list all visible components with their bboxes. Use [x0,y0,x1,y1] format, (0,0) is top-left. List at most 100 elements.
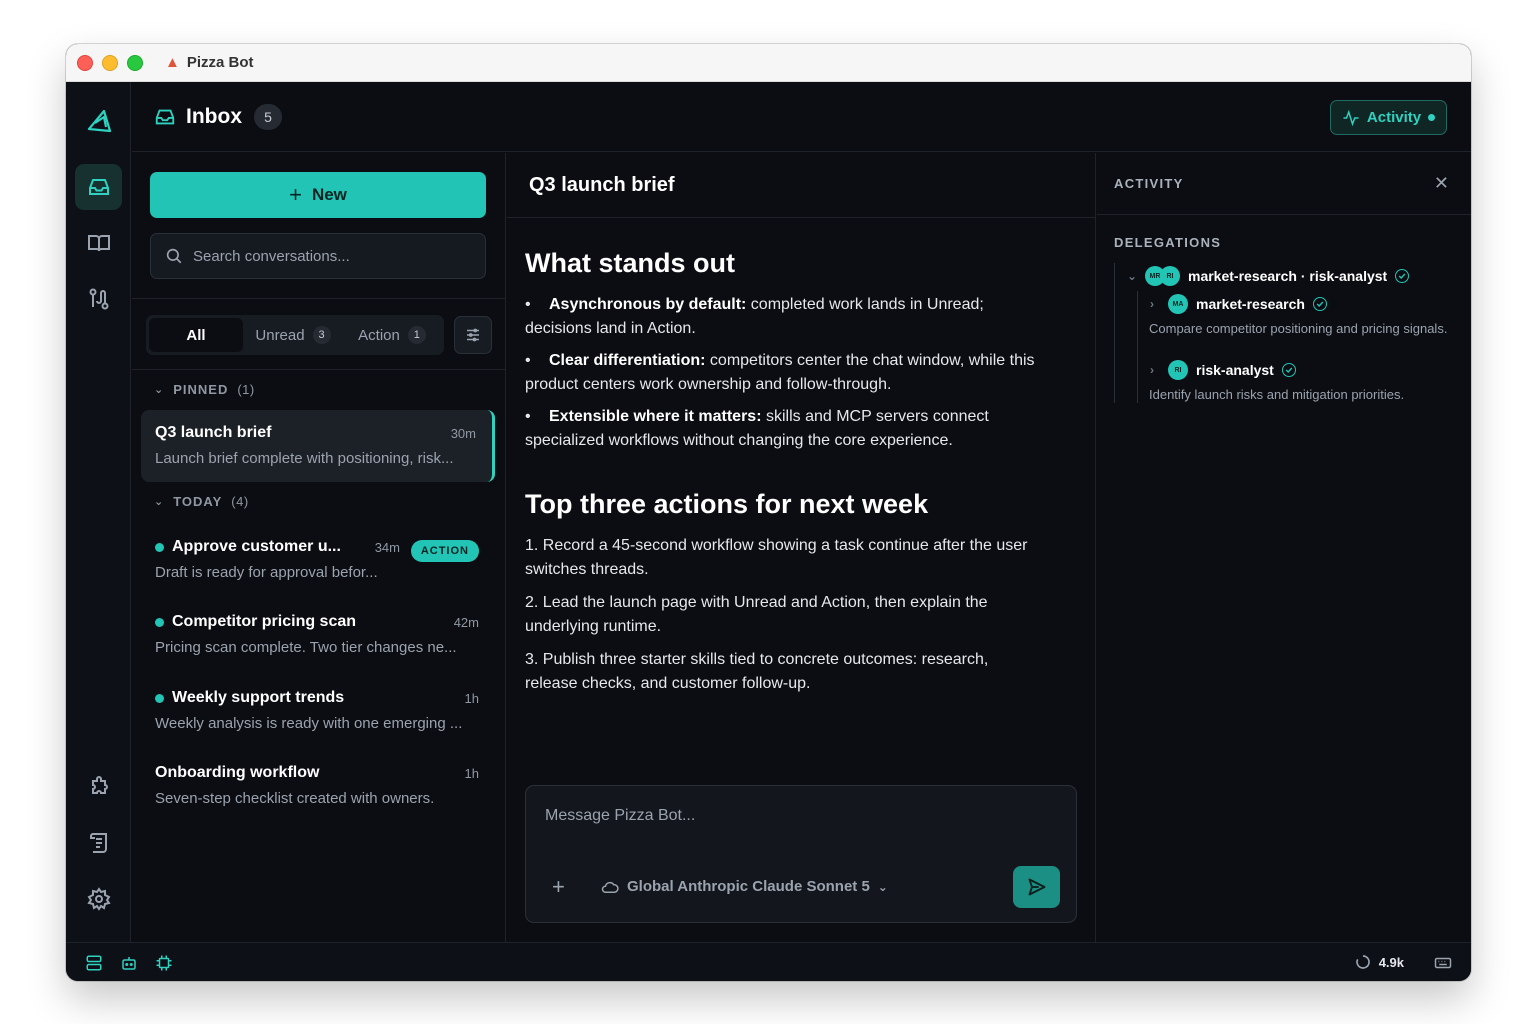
close-window-button[interactable] [77,54,93,71]
pizza-icon: ▲ [165,54,180,71]
bullet-bold: Extensible where it matters: [549,408,762,425]
today-section-header[interactable]: ⌄ TODAY (4) [154,494,249,509]
zoom-window-button[interactable] [127,54,143,71]
tree-guide [1114,263,1115,403]
spinner-icon [1355,955,1370,969]
bullet-bold: Asynchronous by default: [549,296,747,313]
chevron-right-icon: › [1150,363,1154,377]
model-name: Global Anthropic Claude Sonnet 5 [627,878,870,895]
book-icon[interactable] [75,220,122,266]
avatar: MA [1168,294,1188,314]
chip-icon[interactable] [155,954,173,972]
conversation-time: 1h [464,691,479,706]
scroll-icon[interactable] [75,820,122,866]
conversation-view-title: Q3 launch brief [529,173,675,196]
agent-name: market-research [1196,296,1305,312]
puzzle-icon[interactable] [75,764,122,810]
close-icon[interactable]: ✕ [1434,173,1449,194]
unread-dot [155,617,164,627]
activity-button-label: Activity [1366,109,1422,126]
conversation-view: Q3 launch brief What stands out • Asynchr… [507,153,1096,942]
conversation-time: 42m [453,615,479,630]
model-selector[interactable]: Global Anthropic Claude Sonnet 5 ⌄ [601,878,888,895]
conversation-item[interactable]: Approve customer u... 34m ACTION Draft i… [141,524,495,596]
conversation-time: 34m [374,540,400,555]
minimize-window-button[interactable] [102,54,118,71]
delegation-group[interactable]: ⌄ MR RI market-research · risk-analyst [1127,266,1410,286]
send-button[interactable] [1013,866,1060,908]
filter-options-button[interactable] [454,316,492,354]
conversation-item[interactable]: Weekly support trends 1h Weekly analysis… [141,675,495,747]
search-input[interactable]: Search conversations... [150,233,486,279]
token-count: 4.9k [1378,954,1404,970]
conversation-time: 1h [464,766,479,781]
chevron-down-icon: ⌄ [1127,269,1138,283]
nav-rail [66,82,131,942]
delegation-item[interactable]: › MA market-research [1150,294,1327,314]
filter-count: 1 [407,326,426,344]
pinned-section-header[interactable]: ⌄ PINNED (1) [154,382,255,397]
numbered-list: 1. Record a 45-second workflow showing a… [525,534,1045,696]
agent-name: risk-analyst [1196,362,1274,378]
list-item: • Extensible where it matters: skills and… [525,408,989,449]
gear-icon[interactable] [75,876,122,922]
route-icon[interactable] [75,276,122,322]
conversation-title-text: Onboarding workflow [155,764,320,781]
activity-button[interactable]: Activity [1330,100,1447,135]
message-input[interactable]: Message Pizza Bot... [545,807,695,825]
filter-label: All [186,326,206,344]
filter-tab-action[interactable]: Action 1 [343,318,441,352]
filter-label: Action [358,326,400,344]
conversation-item[interactable]: Competitor pricing scan 42m Pricing scan… [141,599,495,671]
attach-plus-icon[interactable]: + [552,874,565,900]
tree-guide [1137,291,1138,403]
app-title: ▲ Pizza Bot [165,54,254,71]
avatar-group: MR RI [1145,266,1180,286]
conversation-preview: Draft is ready for approval befor... [155,564,378,581]
conversation-title: Onboarding workflow [155,764,319,782]
section-heading: Top three actions for next week [525,489,929,519]
agent-task: Compare competitor positioning and prici… [1149,321,1448,336]
server-icon[interactable] [85,954,103,972]
conversation-item[interactable]: Q3 launch brief 30m Launch brief complet… [141,410,495,482]
section-label: PINNED [173,382,229,397]
conversation-item[interactable]: Onboarding workflow 1h Seven-step checkl… [141,750,495,822]
delegation-group-label: market-research · risk-analyst [1188,268,1388,284]
new-conversation-button[interactable]: + New [150,172,486,218]
pulse-icon [1343,109,1359,126]
conversation-title-text: Q3 launch brief [155,424,272,441]
conversation-header: Q3 launch brief [507,153,1095,218]
filter-tab-all[interactable]: All [149,318,243,352]
divider [132,369,505,370]
check-icon [1312,297,1327,311]
chevron-down-icon: ⌄ [877,879,888,894]
divider [132,298,505,299]
keyboard-icon[interactable] [1434,954,1452,972]
section-count: (1) [237,382,255,397]
page-title: Inbox [186,104,242,128]
conversation-preview: Launch brief complete with positioning, … [155,450,454,467]
filter-tab-unread[interactable]: Unread 3 [243,318,343,352]
list-item: 1. Record a 45-second workflow showing a… [525,537,1028,578]
inbox-icon [154,106,176,128]
filter-count: 3 [312,326,331,344]
avatar: RI [1168,360,1188,380]
bot-icon[interactable] [120,954,138,972]
conversation-preview: Seven-step checklist created with owners… [155,790,435,807]
logo-icon[interactable] [75,98,122,144]
list-item: • Asynchronous by default: completed work… [525,296,984,337]
filter-tabs: All Unread 3 Action 1 [146,315,444,355]
bullet-bold: Clear differentiation: [549,352,706,369]
plus-icon: + [289,182,302,207]
top-bar: Inbox 5 Activity [132,82,1471,152]
check-icon [1395,269,1410,283]
conversation-preview: Pricing scan complete. Two tier changes … [155,639,457,656]
delegation-item[interactable]: › RI risk-analyst [1150,360,1296,380]
unread-dot [155,542,164,552]
activity-status-dot [1428,114,1436,121]
section-heading: What stands out [525,248,735,278]
conversation-title-text: Approve customer u... [172,538,341,555]
check-icon [1281,363,1296,377]
conversation-title: Competitor pricing scan [155,613,356,631]
inbox-nav-icon[interactable] [75,164,122,210]
